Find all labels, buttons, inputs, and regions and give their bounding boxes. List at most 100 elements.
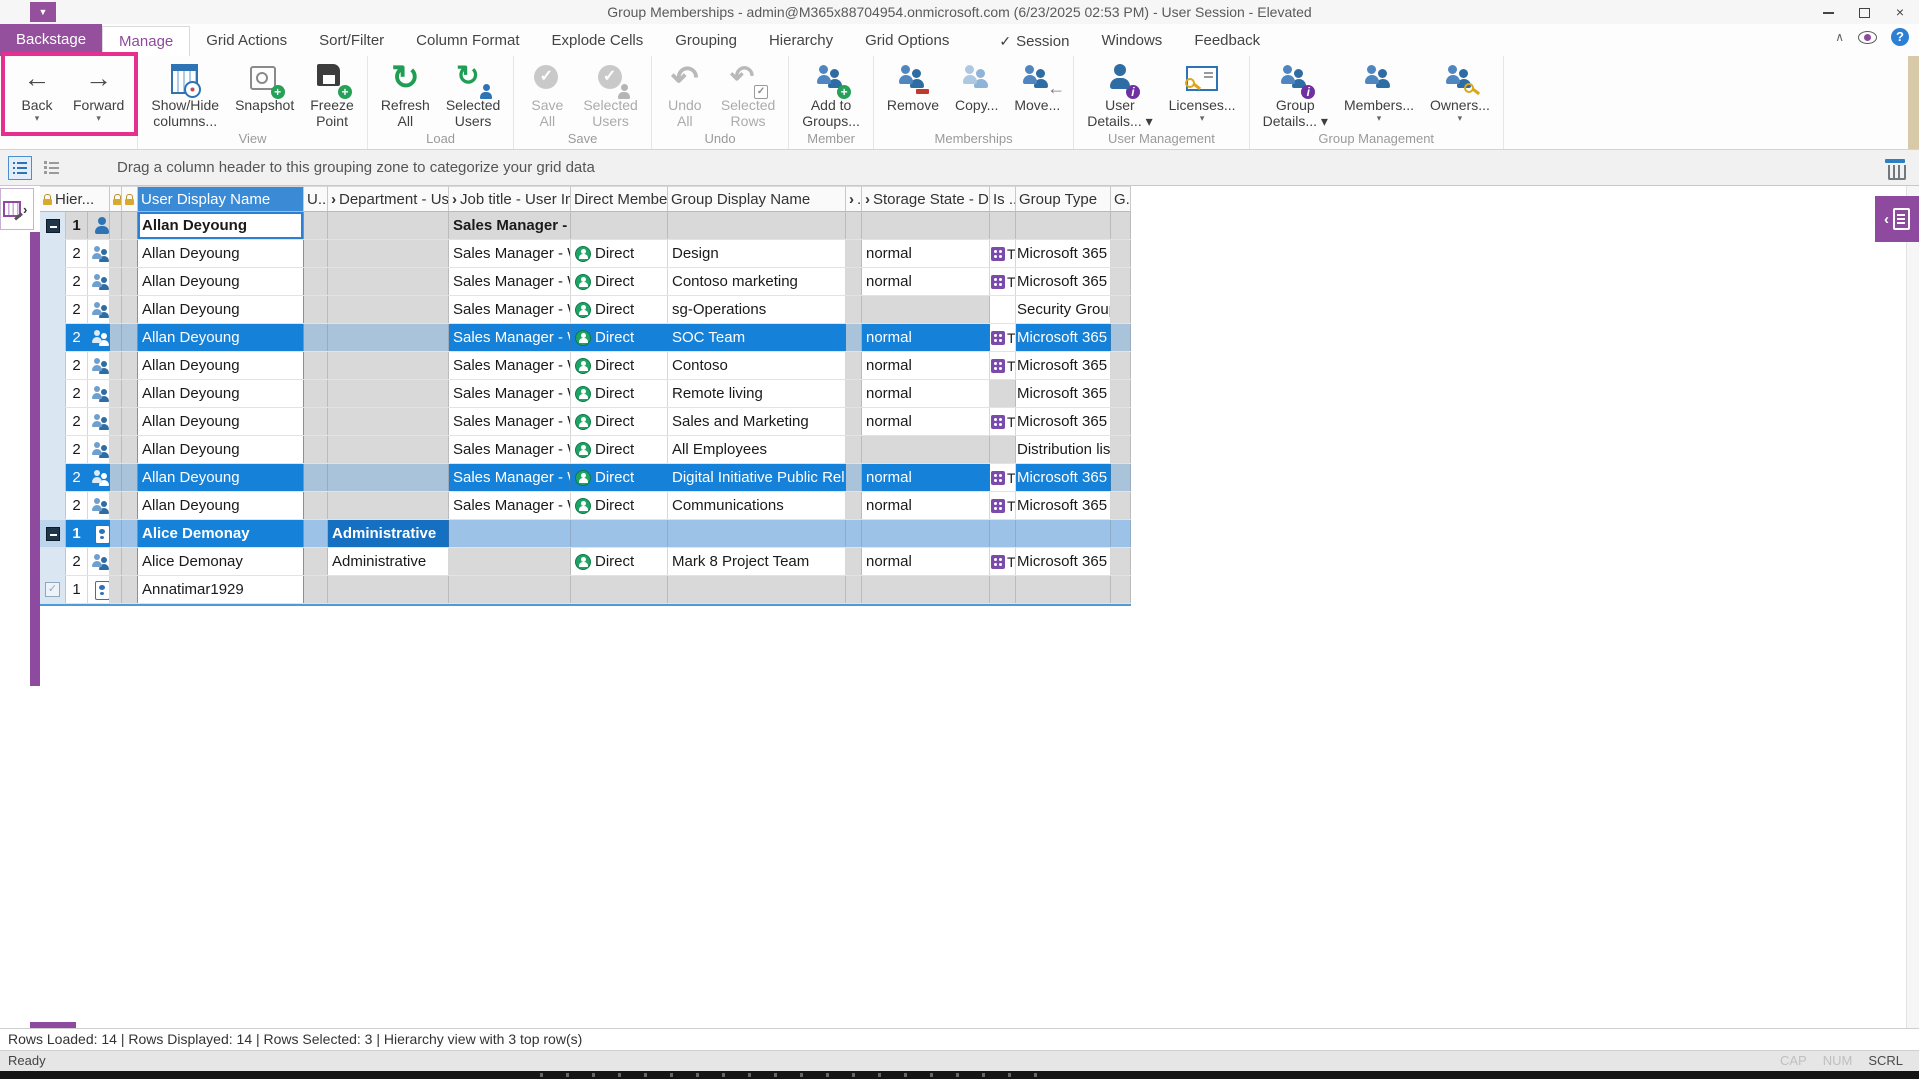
is-flag-cell[interactable] bbox=[990, 296, 1016, 323]
left-flyout-strip[interactable] bbox=[30, 232, 40, 686]
direct-member-cell[interactable]: Direct bbox=[571, 380, 668, 407]
u-cell[interactable] bbox=[304, 548, 328, 575]
storage-state-cell[interactable]: normal bbox=[862, 464, 990, 491]
is-flag-cell[interactable]: T bbox=[990, 268, 1016, 295]
arrow-cell[interactable] bbox=[846, 408, 862, 435]
table-row[interactable]: 2Allan DeyoungSales Manager - WesDirectD… bbox=[40, 240, 1131, 268]
group-display-name-cell[interactable]: SOC Team bbox=[668, 324, 846, 351]
copy-button[interactable]: Copy... bbox=[947, 56, 1006, 113]
back-button[interactable]: Back▾ bbox=[9, 56, 65, 123]
g-cell[interactable] bbox=[1111, 408, 1131, 435]
column-header-group-type[interactable]: Group Type bbox=[1016, 186, 1111, 212]
u-cell[interactable] bbox=[304, 408, 328, 435]
flat-view-toggle-icon[interactable] bbox=[40, 156, 64, 180]
locked-cell[interactable] bbox=[122, 436, 138, 463]
group-display-name-cell[interactable] bbox=[668, 520, 846, 547]
right-flyout-tab[interactable]: ‹ bbox=[1875, 196, 1919, 242]
table-row[interactable]: 2Allan DeyoungSales Manager - WesDirectC… bbox=[40, 352, 1131, 380]
is-flag-cell[interactable]: T bbox=[990, 352, 1016, 379]
table-row[interactable]: ✓1Annatimar1929 bbox=[40, 576, 1131, 604]
locked-cell[interactable] bbox=[122, 352, 138, 379]
is-flag-cell[interactable]: T bbox=[990, 492, 1016, 519]
row-icon-cell[interactable] bbox=[88, 520, 110, 547]
job-title-cell[interactable]: Sales Manager - We bbox=[449, 212, 571, 239]
hierarchy-level-cell[interactable]: 1 bbox=[66, 520, 88, 547]
locked-cell[interactable] bbox=[110, 352, 122, 379]
direct-member-cell[interactable]: Direct bbox=[571, 324, 668, 351]
column-header-user-display-name[interactable]: User Display Name bbox=[138, 186, 304, 212]
collapse-toggle-icon[interactable] bbox=[46, 219, 60, 233]
members-button[interactable]: Members...▾ bbox=[1336, 56, 1422, 123]
locked-cell[interactable] bbox=[110, 296, 122, 323]
user-display-name-cell[interactable]: Allan Deyoung bbox=[138, 240, 304, 267]
hierarchy-level-cell[interactable]: 1 bbox=[66, 212, 88, 239]
undo-all-button[interactable]: UndoAll bbox=[657, 56, 713, 129]
department-cell[interactable] bbox=[328, 212, 449, 239]
group-display-name-cell[interactable]: Design bbox=[668, 240, 846, 267]
job-title-cell[interactable] bbox=[449, 576, 571, 603]
storage-state-cell[interactable] bbox=[862, 212, 990, 239]
hierarchy-level-cell[interactable]: 2 bbox=[66, 296, 88, 323]
eye-icon[interactable] bbox=[1858, 31, 1877, 44]
table-row[interactable]: 2Allan DeyoungSales Manager - WesDirectA… bbox=[40, 436, 1131, 464]
locked-cell[interactable] bbox=[122, 296, 138, 323]
group-display-name-cell[interactable]: Contoso marketing bbox=[668, 268, 846, 295]
g-cell[interactable] bbox=[1111, 240, 1131, 267]
arrow-cell[interactable] bbox=[846, 520, 862, 547]
group-type-cell[interactable] bbox=[1016, 520, 1111, 547]
u-cell[interactable] bbox=[304, 212, 328, 239]
row-icon-cell[interactable] bbox=[88, 240, 110, 267]
u-cell[interactable] bbox=[304, 296, 328, 323]
trash-icon[interactable] bbox=[1885, 157, 1905, 179]
user-display-name-cell[interactable]: Annatimar1929 bbox=[138, 576, 304, 603]
left-flyout-tab[interactable]: › bbox=[0, 188, 34, 230]
column-header-s[interactable]: S bbox=[122, 186, 138, 212]
minimize-button[interactable] bbox=[1817, 2, 1839, 22]
locked-cell[interactable] bbox=[110, 268, 122, 295]
is-flag-cell[interactable]: T bbox=[990, 240, 1016, 267]
hierarchy-level-cell[interactable]: 2 bbox=[66, 436, 88, 463]
hierarchy-level-cell[interactable]: 2 bbox=[66, 464, 88, 491]
maximize-button[interactable] bbox=[1853, 2, 1875, 22]
department-cell[interactable]: Administrative bbox=[328, 548, 449, 575]
column-header-hier[interactable]: Hier... bbox=[40, 186, 110, 212]
group-display-name-cell[interactable] bbox=[668, 576, 846, 603]
hierarchy-level-cell[interactable]: 2 bbox=[66, 352, 88, 379]
remove-button[interactable]: Remove bbox=[879, 56, 947, 113]
group-type-cell[interactable]: Distribution list bbox=[1016, 436, 1111, 463]
hierarchy-view-toggle-icon[interactable] bbox=[8, 156, 32, 180]
licenses-button[interactable]: Licenses...▾ bbox=[1161, 56, 1244, 123]
arrow-cell[interactable] bbox=[846, 436, 862, 463]
u-cell[interactable] bbox=[304, 464, 328, 491]
snapshot-button[interactable]: +Snapshot bbox=[227, 56, 302, 113]
table-row[interactable]: 2Allan DeyoungSales Manager - WesDirectS… bbox=[40, 324, 1131, 352]
locked-cell[interactable] bbox=[110, 520, 122, 547]
group-type-cell[interactable]: Microsoft 365 gr bbox=[1016, 408, 1111, 435]
direct-member-cell[interactable] bbox=[571, 576, 668, 603]
tab-feedback[interactable]: Feedback bbox=[1178, 26, 1276, 56]
direct-member-cell[interactable]: Direct bbox=[571, 240, 668, 267]
row-icon-cell[interactable] bbox=[88, 324, 110, 351]
u-cell[interactable] bbox=[304, 436, 328, 463]
g-cell[interactable] bbox=[1111, 324, 1131, 351]
row-icon-cell[interactable] bbox=[88, 576, 110, 603]
help-icon[interactable]: ? bbox=[1891, 28, 1909, 46]
tab-hierarchy[interactable]: Hierarchy bbox=[753, 26, 849, 56]
tab-manage[interactable]: Manage bbox=[102, 26, 190, 56]
g-cell[interactable] bbox=[1111, 464, 1131, 491]
column-header-u[interactable]: U... bbox=[304, 186, 328, 212]
locked-cell[interactable] bbox=[110, 436, 122, 463]
direct-member-cell[interactable]: Direct bbox=[571, 548, 668, 575]
g-cell[interactable] bbox=[1111, 492, 1131, 519]
locked-cell[interactable] bbox=[122, 520, 138, 547]
storage-state-cell[interactable]: normal bbox=[862, 352, 990, 379]
direct-member-cell[interactable]: Direct bbox=[571, 352, 668, 379]
is-flag-cell[interactable] bbox=[990, 576, 1016, 603]
hierarchy-level-cell[interactable]: 2 bbox=[66, 380, 88, 407]
arrow-cell[interactable] bbox=[846, 240, 862, 267]
group-type-cell[interactable] bbox=[1016, 576, 1111, 603]
locked-cell[interactable] bbox=[122, 268, 138, 295]
locked-cell[interactable] bbox=[110, 576, 122, 603]
direct-member-cell[interactable] bbox=[571, 520, 668, 547]
department-cell[interactable] bbox=[328, 492, 449, 519]
